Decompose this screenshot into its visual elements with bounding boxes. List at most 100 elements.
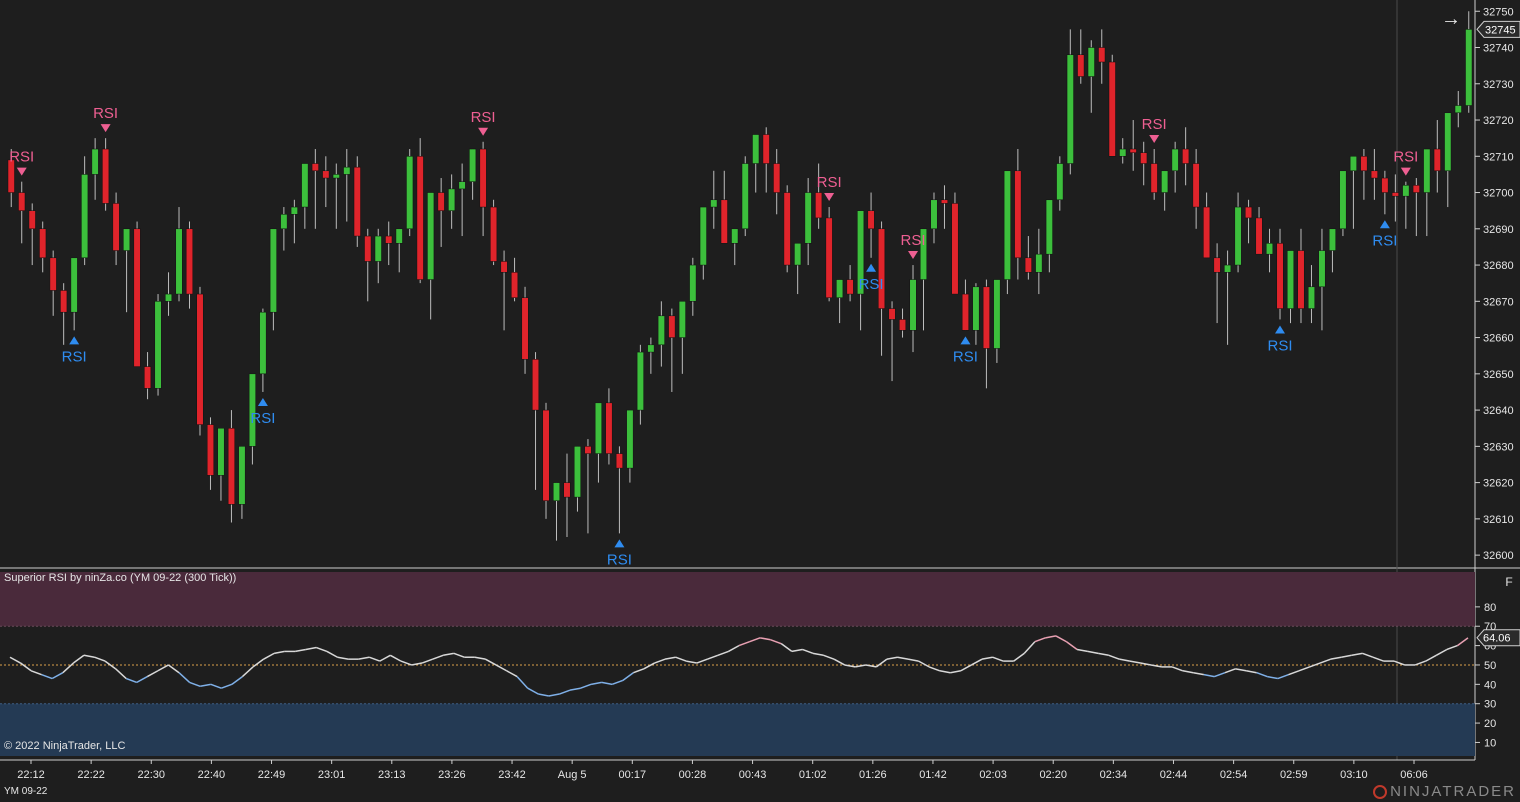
candle-down xyxy=(1360,156,1368,172)
time-tick-label: 01:02 xyxy=(799,769,827,781)
rsi-line-segment xyxy=(51,672,64,680)
rsi-line-segment xyxy=(643,662,655,670)
candle-down xyxy=(1140,152,1148,164)
rsi-line-segment xyxy=(1446,644,1458,651)
brand-name: NINJATRADER xyxy=(1390,783,1516,800)
rsi-line-segment xyxy=(717,650,729,656)
panel-f-button[interactable]: F xyxy=(1500,573,1518,591)
candle-down xyxy=(1381,177,1389,193)
candle-down xyxy=(783,192,791,266)
rsi-line-segment xyxy=(886,656,898,660)
buy-signal-label: RSI xyxy=(250,410,275,427)
buy-signal-arrow-icon xyxy=(257,397,268,406)
rsi-line-segment xyxy=(1182,670,1194,674)
candle-up xyxy=(626,409,634,469)
scroll-to-end-icon[interactable]: → xyxy=(1440,8,1462,30)
rsi-line-segment xyxy=(981,656,993,660)
candle-up xyxy=(458,181,466,190)
candle-down xyxy=(196,293,204,425)
rsi-line-segment xyxy=(1414,660,1426,666)
buy-signal-label: RSI xyxy=(62,348,87,365)
candle-down xyxy=(1276,243,1284,309)
rsi-line-segment xyxy=(1108,654,1120,660)
candle-up xyxy=(909,279,917,331)
price-tick-label: 32610 xyxy=(1483,514,1514,526)
candle-up xyxy=(448,188,456,211)
rsi-line-segment xyxy=(622,672,634,682)
buy-signal-label: RSI xyxy=(859,276,884,293)
sell-signal-label: RSI xyxy=(1142,116,1167,133)
price-tick-label: 32650 xyxy=(1483,369,1514,381)
candle-down xyxy=(615,453,623,469)
candle-up xyxy=(1423,148,1431,193)
candle-down xyxy=(878,228,886,309)
candle-down xyxy=(144,366,152,389)
price-tick-label: 32710 xyxy=(1483,151,1514,163)
candle-up xyxy=(259,311,267,375)
candle-down xyxy=(1297,250,1305,309)
indicator-title: Superior RSI by ninZa.co (YM 09-22 (300 … xyxy=(4,572,237,584)
candle-down xyxy=(18,192,26,211)
candle-up xyxy=(1444,112,1452,172)
rsi-line-segment xyxy=(538,693,549,697)
rsi-tick-label: 20 xyxy=(1484,718,1496,730)
time-tick-label: 22:22 xyxy=(77,769,105,781)
candle-up xyxy=(343,166,351,175)
rsi-line-segment xyxy=(189,681,201,687)
candle-down xyxy=(1213,257,1221,273)
chart-canvas[interactable]: 32750 32740 32730 32720 32710 32700 32690 32680… xyxy=(0,0,1520,802)
candle-down xyxy=(1108,61,1116,157)
candle-up xyxy=(804,192,812,244)
sell-signal-arrow-icon xyxy=(1400,167,1411,176)
rsi-line-segment xyxy=(495,664,507,672)
rsi-line-segment xyxy=(146,670,159,678)
rsi-line-segment xyxy=(9,656,21,664)
rsi-line-segment xyxy=(200,683,211,688)
candle-down xyxy=(1182,148,1190,164)
rsi-line-segment xyxy=(559,689,571,695)
rsi-line-segment xyxy=(358,656,370,660)
rsi-line-segment xyxy=(443,652,454,657)
buy-signal-arrow-icon xyxy=(960,336,971,345)
time-tick-label: 22:40 xyxy=(198,769,226,781)
rsi-line-segment xyxy=(1013,652,1025,662)
rsi-line-segment xyxy=(1214,672,1226,678)
sell-signal-arrow-icon xyxy=(100,124,111,133)
rsi-line-segment xyxy=(30,670,42,676)
sell-signal-label: RSI xyxy=(93,105,118,122)
candle-down xyxy=(1129,148,1137,153)
buy-signal-arrow-icon xyxy=(69,336,80,345)
rsi-line-segment xyxy=(20,662,32,672)
rsi-line-segment xyxy=(907,658,919,662)
candle-up xyxy=(1339,170,1347,230)
rsi-line-segment xyxy=(992,656,1004,662)
candle-up xyxy=(731,228,739,244)
time-tick-label: Aug 5 xyxy=(558,769,587,781)
rsi-line-segment xyxy=(1256,672,1268,678)
time-tick-label: 02:54 xyxy=(1220,769,1248,781)
rsi-line-segment xyxy=(1372,656,1384,662)
last-price-label: 32745 xyxy=(1485,24,1516,36)
rsi-line-segment xyxy=(41,673,53,680)
rsi-line-segment xyxy=(326,650,338,658)
rsi-line-segment xyxy=(231,675,243,685)
candle-down xyxy=(940,199,948,204)
rsi-line-segment xyxy=(527,687,539,695)
price-tick-label: 32640 xyxy=(1483,405,1514,417)
buy-signal-arrow-icon xyxy=(866,263,877,272)
candle-down xyxy=(1255,217,1263,255)
candle-up xyxy=(332,174,340,179)
buy-signal-label: RSI xyxy=(1372,232,1397,249)
rsi-line-segment xyxy=(421,658,433,664)
rsi-line-segment xyxy=(1224,668,1236,674)
rsi-tick-label: 40 xyxy=(1484,679,1496,691)
candle-up xyxy=(165,293,173,302)
candle-down xyxy=(1150,163,1158,193)
rsi-line-segment xyxy=(823,654,835,660)
time-tick-label: 02:20 xyxy=(1039,769,1067,781)
last-rsi-label: 64.06 xyxy=(1483,633,1511,645)
candle-down xyxy=(605,402,613,454)
rsi-line-segment xyxy=(1171,666,1183,672)
rsi-line-segment xyxy=(210,683,222,689)
candle-up xyxy=(1171,148,1179,172)
